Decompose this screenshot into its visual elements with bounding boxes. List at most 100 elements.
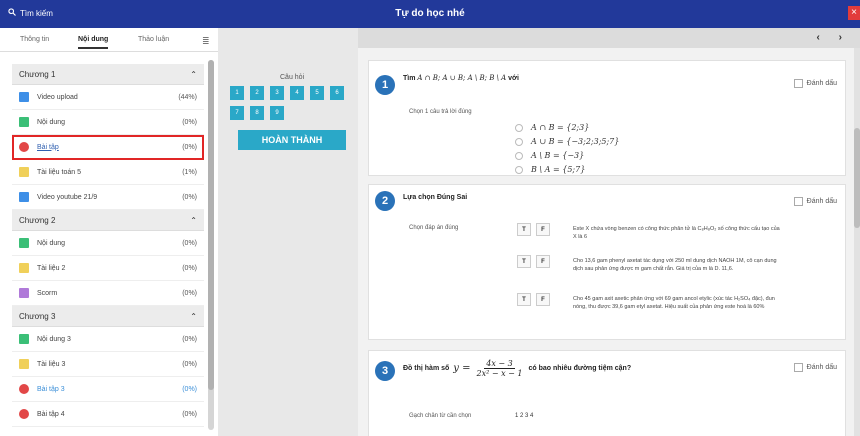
item-label: Tài liệu 2 <box>37 264 66 272</box>
answer-option[interactable]: A ∩ B = {2;3} <box>515 123 589 132</box>
list-item-selected[interactable]: Bài tập (0%) <box>12 135 204 160</box>
document-icon <box>19 334 29 344</box>
main-content: 1 Tìm A ∩ B; A ∪ B; A \ B; B \ A với Đán… <box>358 48 860 436</box>
fraction: 4x − 3 2x² − x − 1 <box>475 359 525 378</box>
question-title: Đồ thị hàm số y = 4x − 3 2x² − x − 1 có … <box>403 359 631 378</box>
tab-info[interactable]: Thông tin <box>20 36 49 43</box>
true-false-toggle: T F <box>517 255 550 268</box>
question-button[interactable]: 1 <box>230 86 244 100</box>
true-button[interactable]: T <box>517 293 531 306</box>
list-item[interactable]: Nội dung (0%) <box>12 231 204 256</box>
sidebar: Thông tin Nội dung Thảo luận ≣ Chương 1 … <box>0 28 218 436</box>
question-title: Lựa chọn Đúng Sai <box>403 194 468 201</box>
list-item[interactable]: Video upload (44%) <box>12 85 204 110</box>
question-nav-label: Câu hỏi <box>280 74 305 81</box>
item-progress: (0%) <box>182 289 197 297</box>
sidebar-scrollbar[interactable] <box>208 60 214 430</box>
radio-icon <box>515 151 523 160</box>
question-instruction: Chọn đáp án đúng <box>409 225 459 231</box>
radio-icon <box>515 165 523 174</box>
chapter-title: Chương 1 <box>19 69 56 79</box>
checkbox-icon <box>793 197 803 206</box>
fraction-denominator: 2x² − x − 1 <box>476 369 523 378</box>
exercise-icon <box>19 142 29 152</box>
file-icon <box>19 263 29 273</box>
list-item[interactable]: Nội dung (0%) <box>12 110 204 135</box>
question-instruction: Gạch chân từ cần chọn <box>409 413 472 419</box>
false-button[interactable]: F <box>536 255 550 268</box>
chapter-title: Chương 2 <box>19 215 56 225</box>
question-instruction: Chọn 1 câu trả lời đúng <box>409 109 472 115</box>
question-button[interactable]: 3 <box>270 86 284 100</box>
question-button[interactable]: 9 <box>270 106 284 120</box>
item-progress: (0%) <box>182 193 197 201</box>
flag-checkbox[interactable]: Đánh dấu <box>793 363 837 372</box>
item-progress: (0%) <box>182 410 197 418</box>
chapter-1-header[interactable]: Chương 1 ⌃ <box>12 64 204 85</box>
question-prefix: Tìm <box>403 75 416 82</box>
list-item[interactable]: Tài liệu 2 (0%) <box>12 256 204 281</box>
answer-option[interactable]: A ∪ B = {−3;2;3;5;7} <box>515 137 619 146</box>
list-item[interactable]: Nội dung 3 (0%) <box>12 327 204 352</box>
radio-icon <box>515 137 523 146</box>
flag-checkbox[interactable]: Đánh dấu <box>793 79 837 88</box>
question-button[interactable]: 8 <box>250 106 264 120</box>
close-icon[interactable]: × <box>848 6 860 20</box>
chapter-3-header[interactable]: Chương 3 ⌃ <box>12 306 204 327</box>
item-label: Bài tập 4 <box>37 410 65 418</box>
true-button[interactable]: T <box>517 255 531 268</box>
item-label: Nội dung <box>37 239 66 247</box>
chapter-title: Chương 3 <box>19 311 56 321</box>
item-label: Nội dung <box>37 118 66 126</box>
chevron-up-icon: ⌃ <box>190 69 197 79</box>
question-suffix: với <box>508 75 519 82</box>
flag-label: Đánh dấu <box>806 198 837 205</box>
false-button[interactable]: F <box>536 223 550 236</box>
page-title: Tự do học nhé <box>395 8 465 19</box>
item-progress: (1%) <box>182 168 197 176</box>
answer-option[interactable]: A \ B = {−3} <box>515 151 584 160</box>
question-button[interactable]: 4 <box>290 86 304 100</box>
main-scrollbar[interactable] <box>854 48 860 436</box>
question-card: 2 Lựa chọn Đúng Sai Đánh dấu Chọn đáp án… <box>368 184 846 340</box>
item-label: Video upload <box>37 93 78 101</box>
answer-words[interactable]: 1 2 3 4 <box>515 413 533 419</box>
true-button[interactable]: T <box>517 223 531 236</box>
checkbox-icon <box>793 79 803 88</box>
list-item[interactable]: Tài liệu 3 (0%) <box>12 352 204 377</box>
finish-button[interactable]: HOÀN THÀNH <box>238 130 346 150</box>
list-item[interactable]: Tài liệu toán 5 (1%) <box>12 160 204 185</box>
item-label: Bài tập <box>37 143 59 151</box>
top-bar: Tìm kiếm Tự do học nhé × <box>0 0 860 28</box>
tab-content[interactable]: Nội dung <box>78 36 109 49</box>
document-icon <box>19 238 29 248</box>
tab-discussion[interactable]: Thảo luận <box>138 36 169 43</box>
question-card: 3 Đồ thị hàm số y = 4x − 3 2x² − x − 1 c… <box>368 350 846 436</box>
document-icon <box>19 117 29 127</box>
chapter-2-header[interactable]: Chương 2 ⌃ <box>12 210 204 231</box>
list-item[interactable]: Video youtube 21/9 (0%) <box>12 185 204 210</box>
question-button[interactable]: 2 <box>250 86 264 100</box>
question-expression: A ∩ B; A ∪ B; A \ B; B \ A <box>417 74 507 82</box>
false-button[interactable]: F <box>536 293 550 306</box>
item-label: Tài liệu toán 5 <box>37 168 81 176</box>
list-item[interactable]: Scorm (0%) <box>12 281 204 306</box>
menu-icon[interactable]: ≣ <box>202 36 210 47</box>
item-label: Tài liệu 3 <box>37 360 66 368</box>
list-item[interactable]: Bài tập 4 (0%) <box>12 402 204 427</box>
exercise-icon <box>19 409 29 419</box>
flag-checkbox[interactable]: Đánh dấu <box>793 197 837 206</box>
item-progress: (0%) <box>182 360 197 368</box>
list-item[interactable]: Bài tập 3 (0%) <box>12 377 204 402</box>
fraction-numerator: 4x − 3 <box>484 359 515 369</box>
question-button[interactable]: 7 <box>230 106 244 120</box>
radio-icon <box>515 123 523 132</box>
question-number-badge: 3 <box>375 361 395 381</box>
item-label: Scorm <box>37 289 58 297</box>
chevron-up-icon: ⌃ <box>190 311 197 321</box>
question-button[interactable]: 5 <box>310 86 324 100</box>
question-button[interactable]: 6 <box>330 86 344 100</box>
prev-next-arrows-icon[interactable]: ‹ › <box>817 32 850 43</box>
sidebar-tabs: Thông tin Nội dung Thảo luận ≣ <box>0 28 218 52</box>
answer-option[interactable]: B \ A = {5;7} <box>515 165 585 174</box>
